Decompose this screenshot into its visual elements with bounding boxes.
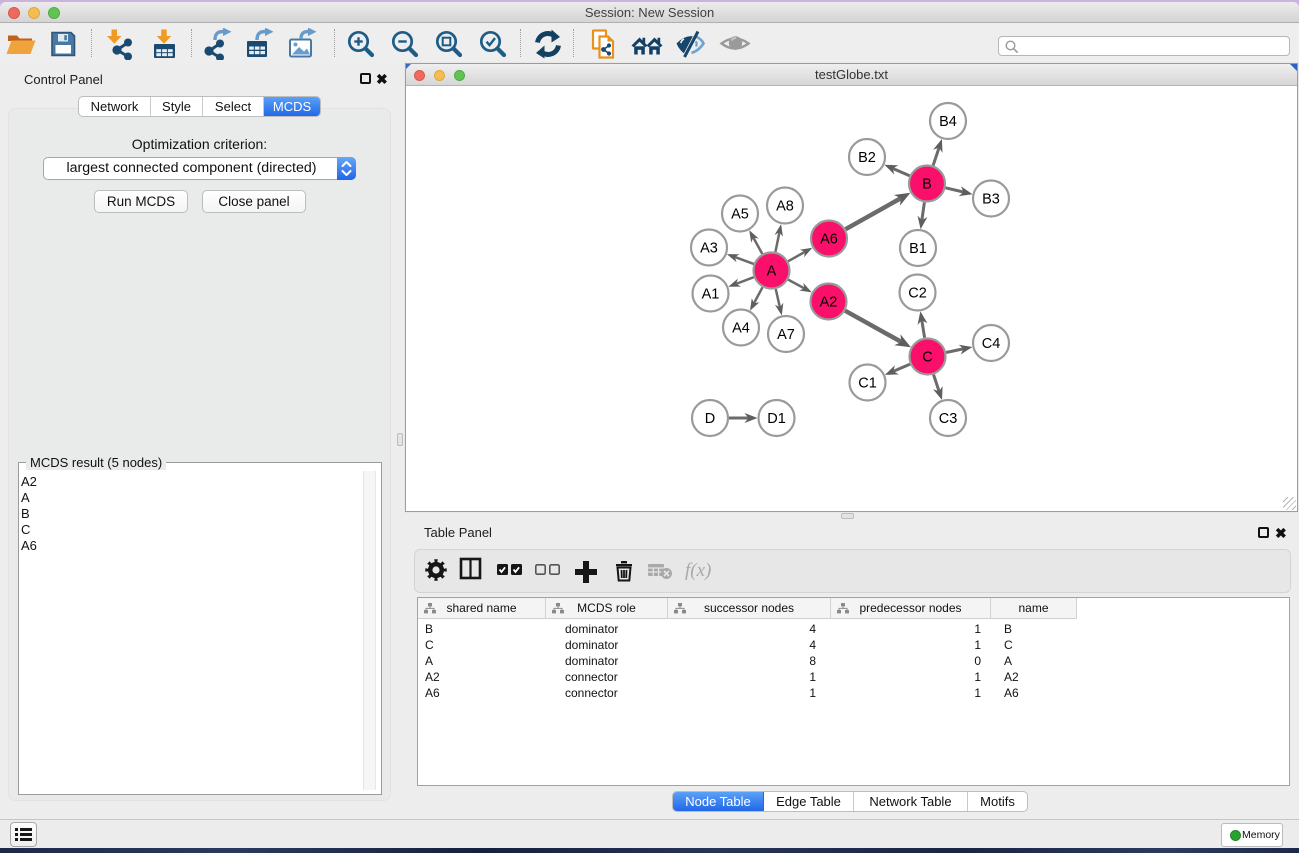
svg-text:C4: C4 bbox=[982, 336, 1001, 352]
svg-text:A1: A1 bbox=[702, 287, 720, 303]
svg-text:A5: A5 bbox=[731, 207, 749, 223]
svg-text:A7: A7 bbox=[777, 327, 795, 343]
svg-text:A6: A6 bbox=[820, 232, 838, 248]
svg-text:D: D bbox=[705, 411, 715, 427]
svg-text:B2: B2 bbox=[858, 150, 876, 166]
svg-text:C: C bbox=[922, 350, 932, 366]
svg-text:C1: C1 bbox=[858, 376, 877, 392]
svg-text:A4: A4 bbox=[732, 321, 750, 337]
svg-text:B1: B1 bbox=[909, 241, 927, 257]
svg-text:A8: A8 bbox=[776, 199, 794, 215]
svg-text:D1: D1 bbox=[767, 411, 786, 427]
svg-text:C2: C2 bbox=[908, 286, 927, 302]
svg-text:C3: C3 bbox=[939, 411, 958, 427]
svg-text:B4: B4 bbox=[939, 114, 957, 130]
svg-text:A3: A3 bbox=[700, 241, 718, 257]
svg-text:A2: A2 bbox=[820, 295, 838, 311]
svg-text:B: B bbox=[922, 177, 932, 193]
svg-text:B3: B3 bbox=[982, 192, 1000, 208]
svg-text:A: A bbox=[767, 264, 777, 280]
